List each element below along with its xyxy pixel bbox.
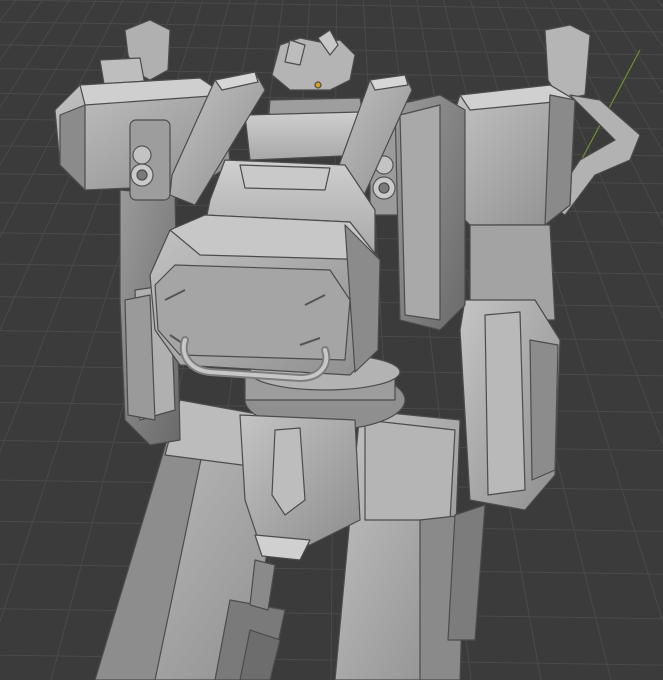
- 3d-viewport[interactable]: [0, 0, 663, 680]
- viewport-canvas: [0, 0, 663, 680]
- sensor-light: [314, 81, 322, 89]
